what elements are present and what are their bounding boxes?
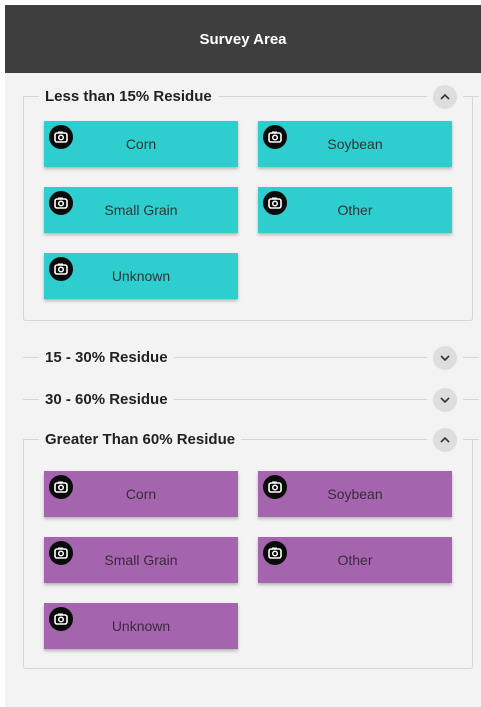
tile-label: Small Grain: [104, 552, 178, 568]
camera-icon: [49, 257, 73, 281]
expand-toggle-button[interactable]: [427, 382, 463, 418]
camera-icon: [49, 475, 73, 499]
expand-toggle-button[interactable]: [427, 340, 463, 376]
tile-high-soybean[interactable]: Soybean: [258, 471, 452, 517]
section-header-15-30-residue[interactable]: 15 - 30% Residue: [23, 340, 479, 376]
tile-low-other[interactable]: Other: [258, 187, 452, 233]
camera-icon: [49, 541, 73, 565]
tile-label: Other: [337, 552, 373, 568]
tile-high-other[interactable]: Other: [258, 537, 452, 583]
tile-label: Unknown: [111, 268, 171, 284]
section-title: 15 - 30% Residue: [39, 346, 174, 370]
tile-label: Unknown: [111, 618, 171, 634]
survey-panel: Survey Area Less than 15% Residue Corn S…: [5, 5, 481, 707]
tile-low-unknown[interactable]: Unknown: [44, 253, 238, 299]
camera-icon: [263, 125, 287, 149]
tile-low-small-grain[interactable]: Small Grain: [44, 187, 238, 233]
section-title: 30 - 60% Residue: [39, 388, 174, 412]
tile-high-unknown[interactable]: Unknown: [44, 603, 238, 649]
chevron-down-icon: [440, 355, 450, 362]
tile-label: Soybean: [327, 136, 383, 152]
page-title: Survey Area: [199, 30, 287, 48]
tile-label: Small Grain: [104, 202, 178, 218]
camera-icon: [49, 125, 73, 149]
tile-high-corn[interactable]: Corn: [44, 471, 238, 517]
section-body-high-residue: Corn Soybean Small Grain Other Unknown: [23, 440, 473, 669]
tile-label: Corn: [125, 486, 157, 502]
camera-icon: [263, 475, 287, 499]
tile-label: Other: [337, 202, 373, 218]
chevron-down-icon: [440, 397, 450, 404]
tile-label: Soybean: [327, 486, 383, 502]
camera-icon: [49, 191, 73, 215]
tile-low-corn[interactable]: Corn: [44, 121, 238, 167]
camera-icon: [263, 191, 287, 215]
section-header-30-60-residue[interactable]: 30 - 60% Residue: [23, 382, 479, 418]
camera-icon: [49, 607, 73, 631]
tile-high-small-grain[interactable]: Small Grain: [44, 537, 238, 583]
section-body-low-residue: Corn Soybean Small Grain Other Unknown: [23, 97, 473, 321]
panel-header: Survey Area: [5, 5, 481, 73]
tile-label: Corn: [125, 136, 157, 152]
tile-low-soybean[interactable]: Soybean: [258, 121, 452, 167]
camera-icon: [263, 541, 287, 565]
